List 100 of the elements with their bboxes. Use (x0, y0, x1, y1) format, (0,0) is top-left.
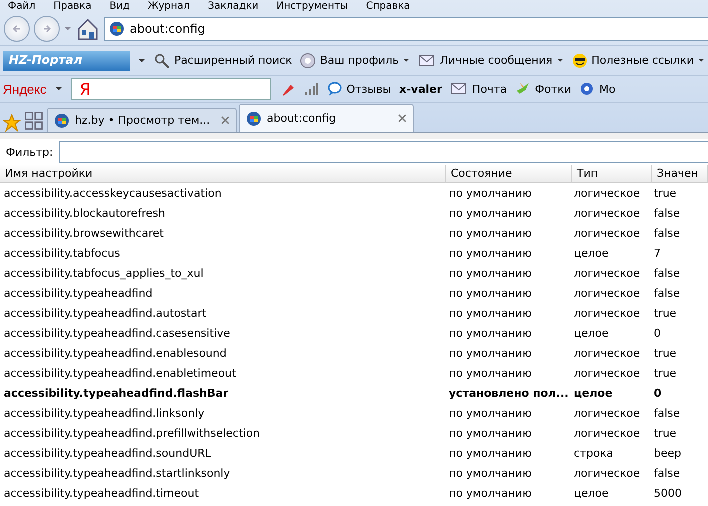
setting-name: accessibility.tabfocus_applies_to_xul (3, 266, 205, 282)
menu-item[interactable]: Инструменты (276, 0, 348, 12)
envelope-icon (450, 81, 468, 97)
toolbar-button[interactable]: Почта (450, 81, 508, 97)
toolbar-button[interactable]: Личные сообщения (418, 52, 564, 68)
filter-label: Фильтр: (6, 146, 54, 158)
setting-type: строка (573, 446, 615, 462)
bird-icon (515, 81, 532, 97)
menu-item[interactable]: Справка (366, 0, 410, 12)
setting-name: accessibility.typeaheadfind.enablesound (3, 346, 228, 362)
setting-type: логическое (573, 206, 642, 222)
caret-icon (556, 57, 564, 64)
column-header[interactable]: Состояние (446, 165, 572, 183)
browser-tab[interactable]: about:config (239, 104, 414, 132)
close-icon (221, 116, 230, 125)
address-field[interactable]: about:config (104, 17, 708, 41)
menu-item[interactable]: Вид (110, 0, 130, 12)
setting-type: целое (573, 386, 614, 402)
back-arrow-icon (11, 23, 23, 35)
setting-name: accessibility.typeaheadfind (3, 286, 154, 302)
setting-type: логическое (573, 466, 642, 482)
toolbar-button[interactable]: Мо (579, 81, 616, 97)
setting-name: accessibility.typeaheadfind.startlinksonly (3, 466, 232, 482)
setting-name: accessibility.typeaheadfind.flashBar (3, 386, 230, 402)
browser-tab[interactable]: hz.by • Просмотр тем... (47, 108, 237, 132)
setting-type: логическое (573, 266, 642, 282)
caret-icon (698, 57, 705, 64)
setting-status: по умолчанию (448, 466, 533, 482)
setting-name: accessibility.typeaheadfind.timeout (3, 486, 200, 502)
setting-name: accessibility.typeaheadfind.casesensitive (3, 326, 232, 342)
globe-icon (54, 112, 70, 128)
setting-type: логическое (573, 366, 642, 382)
setting-value: beep (653, 446, 682, 462)
signal-bars-icon (302, 81, 319, 97)
setting-value: false (653, 226, 682, 242)
setting-status: по умолчанию (448, 246, 533, 262)
caret-icon (403, 57, 410, 64)
setting-value: true (653, 366, 678, 382)
setting-type: логическое (573, 426, 642, 442)
setting-status: по умолчанию (448, 366, 533, 382)
forward-arrow-icon (41, 23, 53, 35)
setting-name: accessibility.browsewithcaret (3, 226, 165, 242)
search-field[interactable]: Я (70, 78, 271, 100)
setting-value: true (653, 186, 678, 202)
dial-icon (300, 52, 316, 68)
setting-value: false (653, 266, 682, 282)
setting-type: логическое (573, 346, 642, 362)
toolbar-button[interactable]: Расширенный поиск (154, 52, 292, 68)
setting-type: целое (573, 246, 610, 262)
toolbar-button[interactable]: Фотки (515, 81, 572, 97)
globe-icon (246, 110, 262, 126)
setting-type: целое (573, 486, 610, 502)
setting-status: по умолчанию (448, 286, 533, 302)
toolbar-button[interactable]: Ваш профиль (300, 52, 410, 68)
filter-field[interactable] (59, 141, 708, 163)
caret-icon (54, 85, 63, 93)
address-text: about:config (130, 22, 206, 36)
setting-status: по умолчанию (448, 266, 533, 282)
toolbar-button[interactable]: x-valer (400, 82, 442, 96)
envelope-icon (418, 52, 436, 68)
setting-name: accessibility.typeaheadfind.autostart (3, 306, 208, 322)
tab-grid-icon (23, 110, 45, 132)
column-header[interactable]: Значен (652, 165, 708, 183)
setting-type: логическое (573, 406, 642, 422)
setting-status: по умолчанию (448, 406, 533, 422)
menu-item[interactable]: Журнал (148, 0, 190, 12)
yandex-logo: Яндекс (3, 82, 47, 96)
column-header[interactable]: Имя настройки (0, 165, 446, 183)
setting-name: accessibility.typeaheadfind.enabletimeout (3, 366, 238, 382)
setting-value: false (653, 206, 682, 222)
toolbar-button[interactable]: Полезные ссылки (572, 52, 705, 68)
setting-value: 0 (653, 326, 662, 342)
setting-status: по умолчанию (448, 446, 533, 462)
setting-value: false (653, 466, 682, 482)
setting-name: accessibility.blockautorefresh (3, 206, 166, 222)
menu-item[interactable]: Файл (8, 0, 36, 12)
flower-icon (579, 81, 596, 97)
column-header[interactable]: Тип (572, 165, 652, 183)
setting-status: по умолчанию (448, 426, 533, 442)
setting-status: по умолчанию (448, 206, 533, 222)
setting-status: по умолчанию (448, 326, 533, 342)
forward-button[interactable] (34, 16, 60, 42)
setting-status: по умолчанию (448, 306, 533, 322)
menu-item[interactable]: Правка (54, 0, 92, 12)
menu-item[interactable]: Закладки (208, 0, 259, 12)
setting-value: 0 (653, 386, 663, 402)
setting-value: true (653, 426, 678, 442)
setting-value: 5000 (653, 486, 683, 502)
smiley-icon (572, 52, 588, 68)
setting-status: по умолчанию (448, 486, 533, 502)
toolbar-button[interactable]: Отзывы (326, 81, 392, 97)
setting-value: true (653, 306, 678, 322)
setting-status: по умолчанию (448, 186, 533, 202)
back-button[interactable] (4, 16, 30, 42)
setting-value: false (653, 286, 682, 302)
star-icon (3, 114, 21, 132)
setting-name: accessibility.tabfocus (3, 246, 122, 262)
setting-type: логическое (573, 226, 642, 242)
setting-name: accessibility.typeaheadfind.prefillwithselection (3, 426, 262, 442)
setting-status: установлено пол... (448, 386, 570, 402)
